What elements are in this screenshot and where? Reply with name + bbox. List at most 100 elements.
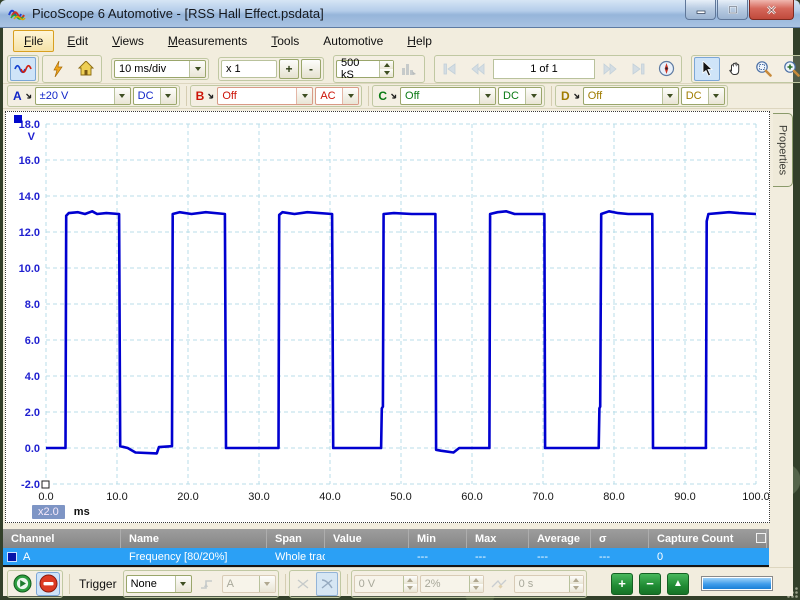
- channel-C-options-icon[interactable]: [390, 92, 398, 101]
- channel-B-range-select[interactable]: Off: [217, 87, 314, 105]
- column-header-min[interactable]: Min: [409, 529, 467, 548]
- marker-auto-icon: [320, 578, 334, 590]
- start-capture-icon: [13, 574, 32, 593]
- channel-C-label[interactable]: C: [378, 89, 387, 103]
- column-header--[interactable]: σ: [591, 529, 649, 548]
- cursor-tool-icon: [701, 60, 713, 77]
- trigger-mode-value: None: [130, 577, 157, 590]
- column-header-max[interactable]: Max: [467, 529, 529, 548]
- menu-edit[interactable]: Edit: [56, 30, 99, 52]
- timebase-select[interactable]: 10 ms/div: [114, 59, 206, 78]
- channel-B-options-icon[interactable]: [207, 92, 215, 101]
- channel-B-label[interactable]: B: [196, 89, 205, 103]
- next-page-icon: [602, 62, 618, 76]
- measurement-channel: A: [23, 550, 31, 563]
- chevron-down-icon: [258, 575, 275, 592]
- column-header-value[interactable]: Value: [325, 529, 409, 548]
- edit-measurement-button[interactable]: ▲: [667, 572, 689, 595]
- zoom-plus-button[interactable]: +: [279, 58, 299, 79]
- first-page-button[interactable]: [437, 57, 463, 81]
- measurements-table: Channel Name Span Value Min Max Average σ Captur…: [3, 529, 769, 567]
- y-axis-unit: V: [28, 131, 36, 143]
- x-zoom-badge[interactable]: x2.0: [32, 505, 65, 519]
- x-tick-label: 60.0: [461, 491, 482, 503]
- channel-A-coupling-value: DC: [137, 90, 154, 102]
- measurement-cell: ---: [475, 550, 486, 563]
- prev-page-button[interactable]: [465, 57, 491, 81]
- histogram-icon: [401, 62, 417, 76]
- menu-automotive[interactable]: Automotive: [312, 30, 394, 52]
- chevron-down-icon: [296, 88, 313, 104]
- column-chooser-icon[interactable]: [756, 533, 766, 543]
- column-header-channel[interactable]: Channel: [3, 529, 121, 548]
- y-tick-label: 8.0: [25, 299, 40, 311]
- channel-A-coupling-select[interactable]: DC: [132, 87, 177, 105]
- zoom-factor-box[interactable]: x 1: [221, 59, 277, 78]
- trigger-level-value: 0 V: [358, 577, 376, 590]
- channel-A-label[interactable]: A: [13, 89, 22, 103]
- channel-D-range-select[interactable]: Off: [582, 87, 679, 105]
- channel-D-coupling-select[interactable]: DC: [680, 87, 725, 105]
- buffer-navigator-button[interactable]: [653, 57, 679, 81]
- channel-D-options-icon[interactable]: [573, 92, 581, 101]
- zoom-minus-button[interactable]: -: [301, 58, 321, 79]
- measurement-row[interactable]: A Frequency [80/20%] Whole trace --- --- --- -…: [3, 548, 769, 565]
- edge-rising-icon: [199, 577, 215, 591]
- measurement-cell: Frequency [80/20%]: [129, 550, 228, 563]
- samples-spinner[interactable]: 500 kS: [336, 57, 394, 81]
- column-header-average[interactable]: Average: [529, 529, 591, 548]
- channel-D-label[interactable]: D: [561, 89, 570, 103]
- marker-falling-icon: [296, 578, 310, 590]
- menu-views[interactable]: Views: [101, 30, 155, 52]
- column-header-name[interactable]: Name: [121, 529, 267, 548]
- autosetup-button[interactable]: [45, 57, 71, 81]
- menu-help[interactable]: Help: [396, 30, 443, 52]
- next-page-button[interactable]: [597, 57, 623, 81]
- trigger-mode-select[interactable]: None: [125, 574, 192, 593]
- properties-tab[interactable]: Properties: [773, 113, 793, 187]
- spin-up-icon[interactable]: [380, 60, 393, 69]
- channel-C-range-select[interactable]: Off: [400, 87, 497, 105]
- edge-rising-button: [194, 572, 220, 596]
- measurement-cell: ---: [537, 550, 548, 563]
- window-content: File Edit Views Measurements Tools Automotive…: [3, 28, 800, 598]
- close-button[interactable]: [749, 0, 794, 20]
- measurement-cell: Whole trace: [275, 550, 325, 563]
- chevron-down-icon: [525, 88, 542, 104]
- channel-A-options-icon[interactable]: [25, 92, 33, 101]
- window-title: PicoScope 6 Automotive - [RSS Hall Effec…: [32, 6, 324, 21]
- spin-down-icon[interactable]: [380, 68, 393, 77]
- scope-graph[interactable]: 18.0 16.0 14.0 12.0 10.0 8.0 6.0 4.0 2.0 0.0 -2.0 V…: [5, 111, 770, 523]
- minimize-button[interactable]: [685, 0, 716, 20]
- hand-tool-button[interactable]: [722, 57, 748, 81]
- remove-measurement-button[interactable]: −: [639, 572, 661, 595]
- home-button[interactable]: [73, 57, 99, 81]
- zoom-in-button[interactable]: [778, 57, 800, 81]
- column-header-span[interactable]: Span: [267, 529, 325, 548]
- scope-view: 18.0 16.0 14.0 12.0 10.0 8.0 6.0 4.0 2.0 0.0 -2.0 V…: [3, 109, 793, 529]
- measurement-cell: A: [3, 548, 121, 565]
- menu-tools[interactable]: Tools: [260, 30, 310, 52]
- start-capture-button[interactable]: [10, 572, 34, 596]
- prev-page-icon: [470, 62, 486, 76]
- x-tick-label: 0.0: [38, 491, 53, 503]
- add-measurement-button[interactable]: +: [611, 572, 633, 595]
- channel-B-coupling-select[interactable]: AC: [315, 87, 360, 105]
- channel-C-coupling-select[interactable]: DC: [498, 87, 543, 105]
- column-header-capture-count[interactable]: Capture Count: [649, 529, 767, 548]
- last-page-button[interactable]: [625, 57, 651, 81]
- chevron-down-icon: [479, 88, 496, 104]
- trigger-source-value: A: [226, 577, 234, 590]
- chevron-down-icon: [707, 88, 724, 104]
- channel-A-range-select[interactable]: ±20 V: [34, 87, 131, 105]
- first-page-icon: [442, 62, 458, 76]
- cursor-tool-button[interactable]: [694, 56, 720, 81]
- last-page-icon: [630, 62, 646, 76]
- zoom-window-button[interactable]: [750, 57, 776, 81]
- restore-button[interactable]: [717, 0, 748, 20]
- stop-capture-button[interactable]: [36, 571, 60, 596]
- channel-C-coupling-value: DC: [503, 90, 519, 102]
- waveform-mode-button[interactable]: [10, 56, 36, 81]
- menu-file[interactable]: File: [13, 30, 55, 52]
- menu-measurements[interactable]: Measurements: [157, 30, 258, 52]
